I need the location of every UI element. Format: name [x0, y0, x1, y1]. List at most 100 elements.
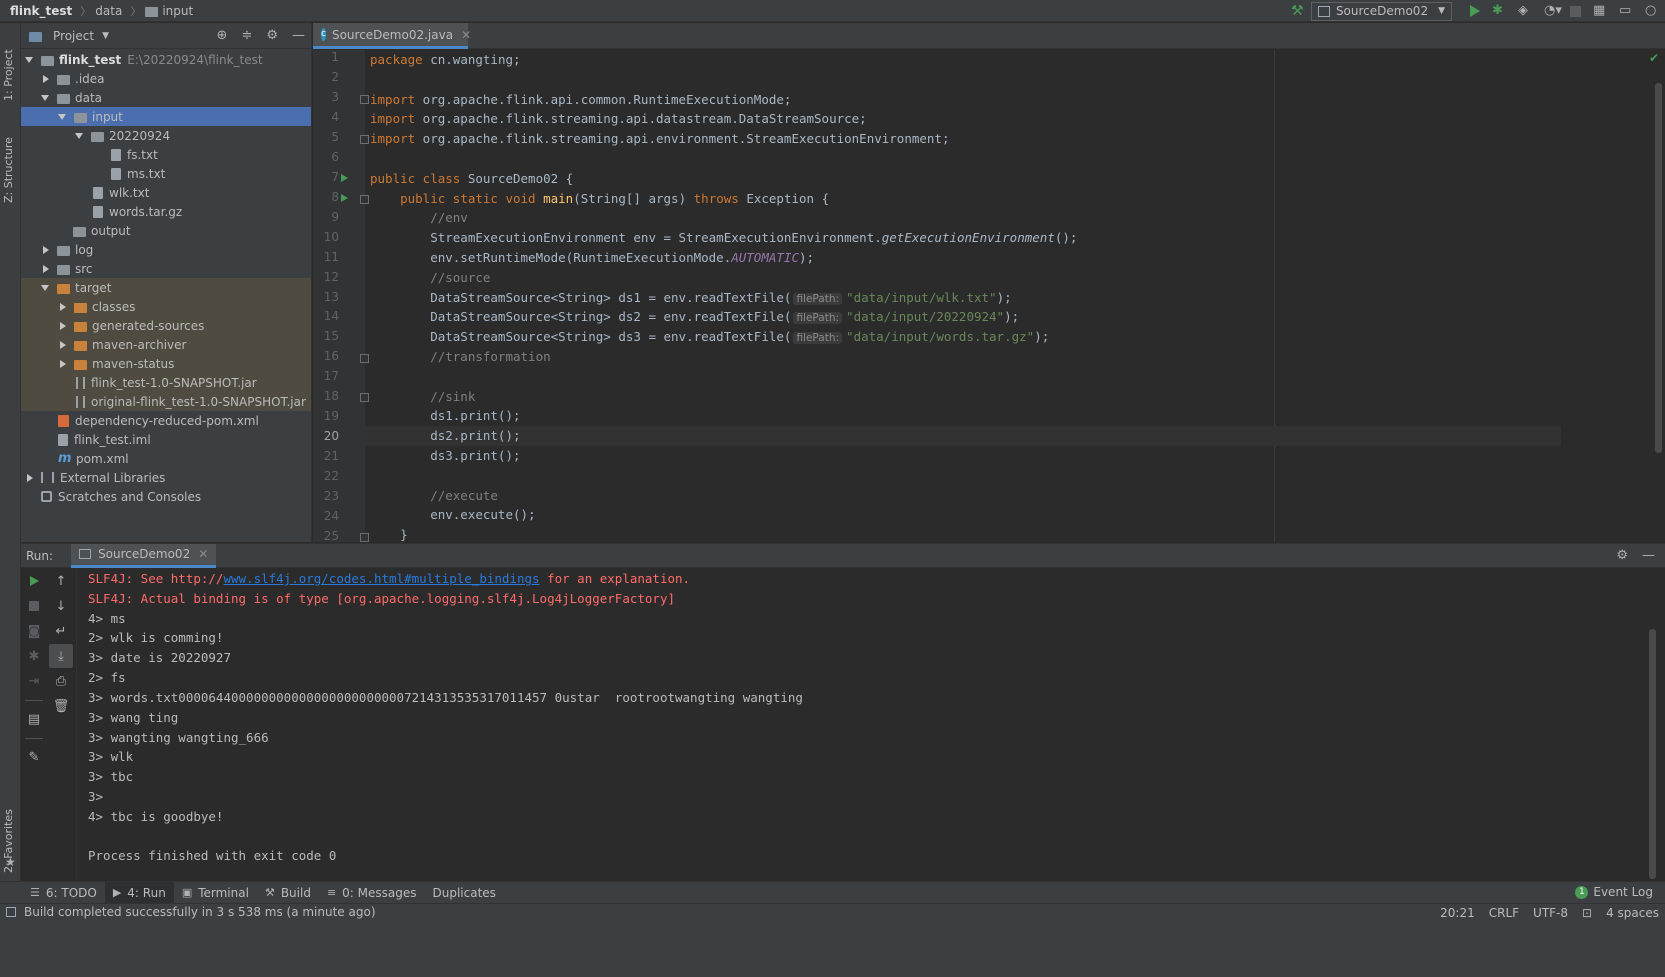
tree-item-original-jar[interactable]: original-flink_test-1.0-SNAPSHOT.jar — [21, 392, 311, 411]
console-link[interactable]: www.slf4j.org/codes.html#multiple_bindin… — [223, 571, 539, 586]
tree-item-ms-txt[interactable]: ms.txt — [21, 164, 311, 183]
tree-item-maven-archiver[interactable]: maven-archiver — [21, 335, 311, 354]
tree-item-pom-xml[interactable]: m pom.xml — [21, 449, 311, 468]
tree-item-external-libraries[interactable]: External Libraries — [21, 468, 311, 487]
tab-messages[interactable]: ≡ 0: Messages — [319, 882, 425, 904]
collapse-arrow-icon[interactable] — [43, 264, 49, 273]
tree-item-output[interactable]: output — [21, 221, 311, 240]
collapse-arrow-icon[interactable] — [43, 74, 49, 83]
fold-icon[interactable] — [360, 95, 369, 104]
editor-scrollbar[interactable] — [1655, 83, 1662, 453]
chevron-down-icon[interactable]: ▼ — [102, 31, 109, 41]
event-log-button[interactable]: 1 Event Log — [1575, 885, 1653, 899]
tab-structure[interactable]: Z: Structure — [2, 113, 15, 203]
collapse-arrow-icon[interactable] — [27, 473, 33, 482]
tree-item-flink-test-iml[interactable]: flink_test.iml — [21, 430, 311, 449]
collapse-all-icon[interactable]: ≑ — [241, 28, 252, 43]
tree-item-data[interactable]: data — [21, 88, 311, 107]
expand-arrow-icon[interactable] — [41, 284, 49, 291]
breadcrumb-data[interactable]: data — [95, 4, 122, 18]
tree-item-classes[interactable]: classes — [21, 297, 311, 316]
tree-item-20220924[interactable]: 20220924 — [21, 126, 311, 145]
run-tab-sourcedemo02[interactable]: SourceDemo02 ✕ — [71, 543, 217, 568]
rerun-icon[interactable] — [22, 569, 46, 593]
tree-item-input[interactable]: input — [21, 107, 311, 126]
run-icon[interactable] — [1470, 5, 1480, 17]
arrow-down-icon[interactable]: ↓ — [49, 594, 73, 618]
breadcrumb-input[interactable]: input — [162, 4, 193, 18]
line-separator[interactable]: CRLF — [1489, 906, 1519, 920]
close-icon[interactable]: ✕ — [461, 28, 471, 42]
collapse-arrow-icon[interactable] — [60, 321, 66, 330]
build-hammer-icon[interactable]: ⚒ — [1291, 4, 1305, 18]
gear-icon[interactable]: ⚙ — [1616, 548, 1628, 563]
lock-icon[interactable]: ⊡ — [1582, 906, 1592, 920]
collapse-arrow-icon[interactable] — [60, 302, 66, 311]
print-icon[interactable]: ⎙ — [49, 669, 73, 693]
status-message[interactable]: Build completed successfully in 3 s 538 … — [24, 905, 376, 919]
expand-arrow-icon[interactable] — [75, 132, 83, 139]
collapse-arrow-icon[interactable] — [60, 340, 66, 349]
exit-icon[interactable]: ⇥ — [22, 669, 46, 693]
tree-item-log[interactable]: log — [21, 240, 311, 259]
expand-arrow-icon[interactable] — [41, 94, 49, 101]
caret-position[interactable]: 20:21 — [1440, 906, 1475, 920]
profile-icon[interactable]: ◔▾ — [1544, 4, 1562, 18]
run-gutter-icon[interactable] — [341, 174, 348, 182]
console-output[interactable]: SLF4J: See http://www.slf4j.org/codes.ht… — [76, 569, 1656, 881]
collapse-arrow-icon[interactable] — [60, 359, 66, 368]
search-icon[interactable]: ○ — [1645, 4, 1659, 18]
pin-icon[interactable]: ✎ — [22, 745, 46, 769]
project-view-select[interactable]: Project — [53, 29, 94, 43]
tree-item-fs-txt[interactable]: fs.txt — [21, 145, 311, 164]
stop-icon[interactable] — [22, 594, 46, 618]
breadcrumb-project[interactable]: flink_test — [10, 4, 72, 18]
tab-sourcedemo02-java[interactable]: c SourceDemo02.java ✕ — [313, 23, 471, 49]
tab-build[interactable]: ⚒ Build — [257, 882, 319, 904]
project-structure-icon[interactable]: ▦ — [1593, 4, 1607, 18]
soft-wrap-icon[interactable]: ↵ — [49, 619, 73, 643]
run-gutter-icon[interactable] — [341, 194, 348, 202]
expand-arrow-icon[interactable] — [25, 56, 33, 63]
close-icon[interactable]: ✕ — [198, 547, 208, 561]
tab-duplicates[interactable]: Duplicates — [425, 882, 504, 904]
tree-item-scratches[interactable]: Scratches and Consoles — [21, 487, 311, 506]
tree-item-idea[interactable]: .idea — [21, 69, 311, 88]
stop-icon[interactable] — [1570, 5, 1581, 17]
trash-icon[interactable]: 🗑 — [49, 694, 73, 718]
tree-item-flink-test[interactable]: flink_test E:\20220924\flink_test — [21, 50, 311, 69]
fold-icon[interactable] — [360, 195, 369, 204]
run-configuration-select[interactable]: SourceDemo02 ▼ — [1310, 1, 1452, 21]
camera-icon[interactable]: ◙ — [22, 619, 46, 643]
window-icon[interactable]: ▭ — [1619, 4, 1633, 18]
indent-setting[interactable]: 4 spaces — [1606, 906, 1659, 920]
coverage-icon[interactable]: ◈ — [1518, 4, 1532, 18]
debug-icon[interactable]: ✱ — [1492, 4, 1506, 18]
tree-item-dependency-reduced-pom[interactable]: dependency-reduced-pom.xml — [21, 411, 311, 430]
tab-run[interactable]: ▶ 4: Run — [104, 881, 174, 904]
inspection-ok-icon[interactable]: ✔ — [1649, 51, 1659, 65]
tree-item-wlk-txt[interactable]: wlk.txt — [21, 183, 311, 202]
locate-icon[interactable]: ⊕ — [217, 28, 228, 43]
scroll-to-end-icon[interactable]: ⤓ — [49, 644, 73, 668]
tree-item-flink-test-jar[interactable]: flink_test-1.0-SNAPSHOT.jar — [21, 373, 311, 392]
tree-item-target[interactable]: target — [21, 278, 311, 297]
arrow-up-icon[interactable]: ↑ — [49, 569, 73, 593]
tab-terminal[interactable]: ▣ Terminal — [174, 882, 257, 904]
fold-icon[interactable] — [360, 135, 369, 144]
tab-todo[interactable]: ☰ 6: TODO — [22, 882, 105, 904]
tree-item-src[interactable]: src — [21, 259, 311, 278]
minimize-icon[interactable]: — — [292, 28, 305, 43]
tree-item-generated-sources[interactable]: generated-sources — [21, 316, 311, 335]
fold-icon[interactable] — [360, 393, 369, 402]
fold-icon[interactable] — [360, 533, 369, 542]
gear-icon[interactable]: ⚙ — [266, 28, 278, 43]
tree-item-maven-status[interactable]: maven-status — [21, 354, 311, 373]
minimize-icon[interactable]: — — [1642, 548, 1655, 563]
console-scrollbar[interactable] — [1649, 629, 1656, 879]
file-encoding[interactable]: UTF-8 — [1533, 906, 1568, 920]
expand-arrow-icon[interactable] — [58, 113, 66, 120]
bug-icon[interactable]: ✱ — [22, 644, 46, 668]
tab-project[interactable]: 1: Project — [2, 31, 15, 101]
toggle-tool-windows-icon[interactable] — [6, 907, 16, 917]
